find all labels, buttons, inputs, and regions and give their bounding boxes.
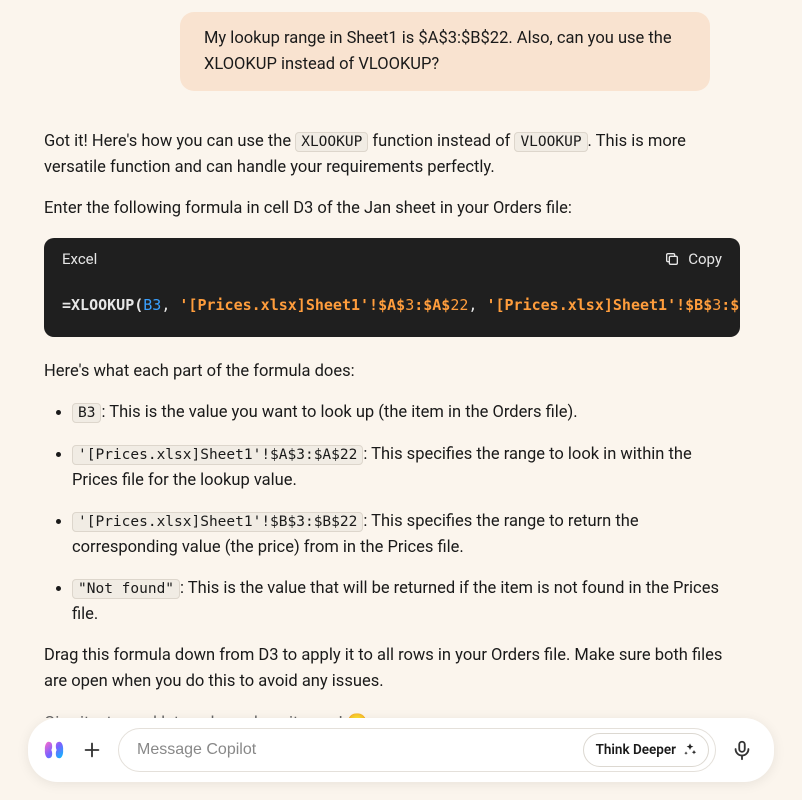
copy-button[interactable]: Copy <box>664 248 722 271</box>
think-deeper-label: Think Deeper <box>596 740 676 760</box>
tok: , <box>468 296 486 314</box>
message-input[interactable] <box>137 741 575 759</box>
composer-area: Think Deeper <box>0 718 802 800</box>
list-item: "Not found": This is the value that will… <box>72 576 740 627</box>
inline-code: B3 <box>72 403 101 423</box>
tok: :$A$ <box>414 296 450 314</box>
inline-code: "Not found" <box>72 579 180 599</box>
inline-code-xlookup: XLOOKUP <box>295 132 368 152</box>
text: function instead of <box>368 132 514 151</box>
user-message-text: My lookup range in Sheet1 is $A$3:$B$22.… <box>204 29 672 74</box>
text: Got it! Here's how you can use the <box>44 132 295 151</box>
tok: 22 <box>450 296 468 314</box>
copy-label: Copy <box>688 248 722 271</box>
sparkle-gear-icon <box>682 742 698 758</box>
explain-lead: Here's what each part of the formula doe… <box>44 359 740 385</box>
tok: '[Prices.xlsx]Sheet1'!$A$ <box>179 296 405 314</box>
explain-list: B3: This is the value you want to look u… <box>44 400 740 627</box>
message-list: My lookup range in Sheet1 is $A$3:$B$22.… <box>0 12 802 718</box>
copy-icon <box>664 251 680 267</box>
composer: Think Deeper <box>28 718 774 782</box>
plus-icon <box>81 739 103 761</box>
list-item: '[Prices.xlsx]Sheet1'!$A$3:$A$22: This s… <box>72 442 740 493</box>
closing-text: Give it a try and let me know how it goe… <box>44 710 740 718</box>
inline-code: '[Prices.xlsx]Sheet1'!$B$3:$B$22 <box>72 512 363 532</box>
code-block: Excel Copy =XLOOKUP(B3, '[Prices.xlsx]Sh… <box>44 238 740 337</box>
inline-code-vlookup: VLOOKUP <box>514 132 587 152</box>
inline-code: '[Prices.xlsx]Sheet1'!$A$3:$A$22 <box>72 445 363 465</box>
tok: , <box>161 296 179 314</box>
assistant-message: Got it! Here's how you can use the XLOOK… <box>44 129 740 718</box>
tok: =XLOOKUP( <box>62 296 143 314</box>
tok: '[Prices.xlsx]Sheet1'!$B$ <box>486 296 712 314</box>
code-block-header: Excel Copy <box>44 238 740 281</box>
assistant-intro: Got it! Here's how you can use the XLOOK… <box>44 129 740 180</box>
add-button[interactable] <box>74 732 110 768</box>
drag-text: Drag this formula down from D3 to apply … <box>44 643 740 694</box>
tok: :$B <box>721 296 740 314</box>
code-lang-label: Excel <box>62 248 97 271</box>
tok: 3 <box>712 296 721 314</box>
mic-button[interactable] <box>724 732 760 768</box>
microphone-icon <box>731 739 753 761</box>
tok: 3 <box>405 296 414 314</box>
copilot-logo-icon[interactable] <box>42 738 66 762</box>
list-item-text: : This is the value you want to look up … <box>101 403 577 422</box>
input-pill: Think Deeper <box>118 728 716 772</box>
list-item: '[Prices.xlsx]Sheet1'!$B$3:$B$22: This s… <box>72 509 740 560</box>
tok: B3 <box>143 296 161 314</box>
think-deeper-chip[interactable]: Think Deeper <box>583 733 709 767</box>
code-content[interactable]: =XLOOKUP(B3, '[Prices.xlsx]Sheet1'!$A$3:… <box>44 280 740 337</box>
list-item: B3: This is the value you want to look u… <box>72 400 740 426</box>
user-message-bubble: My lookup range in Sheet1 is $A$3:$B$22.… <box>180 12 710 91</box>
enter-formula-text: Enter the following formula in cell D3 o… <box>44 196 740 222</box>
